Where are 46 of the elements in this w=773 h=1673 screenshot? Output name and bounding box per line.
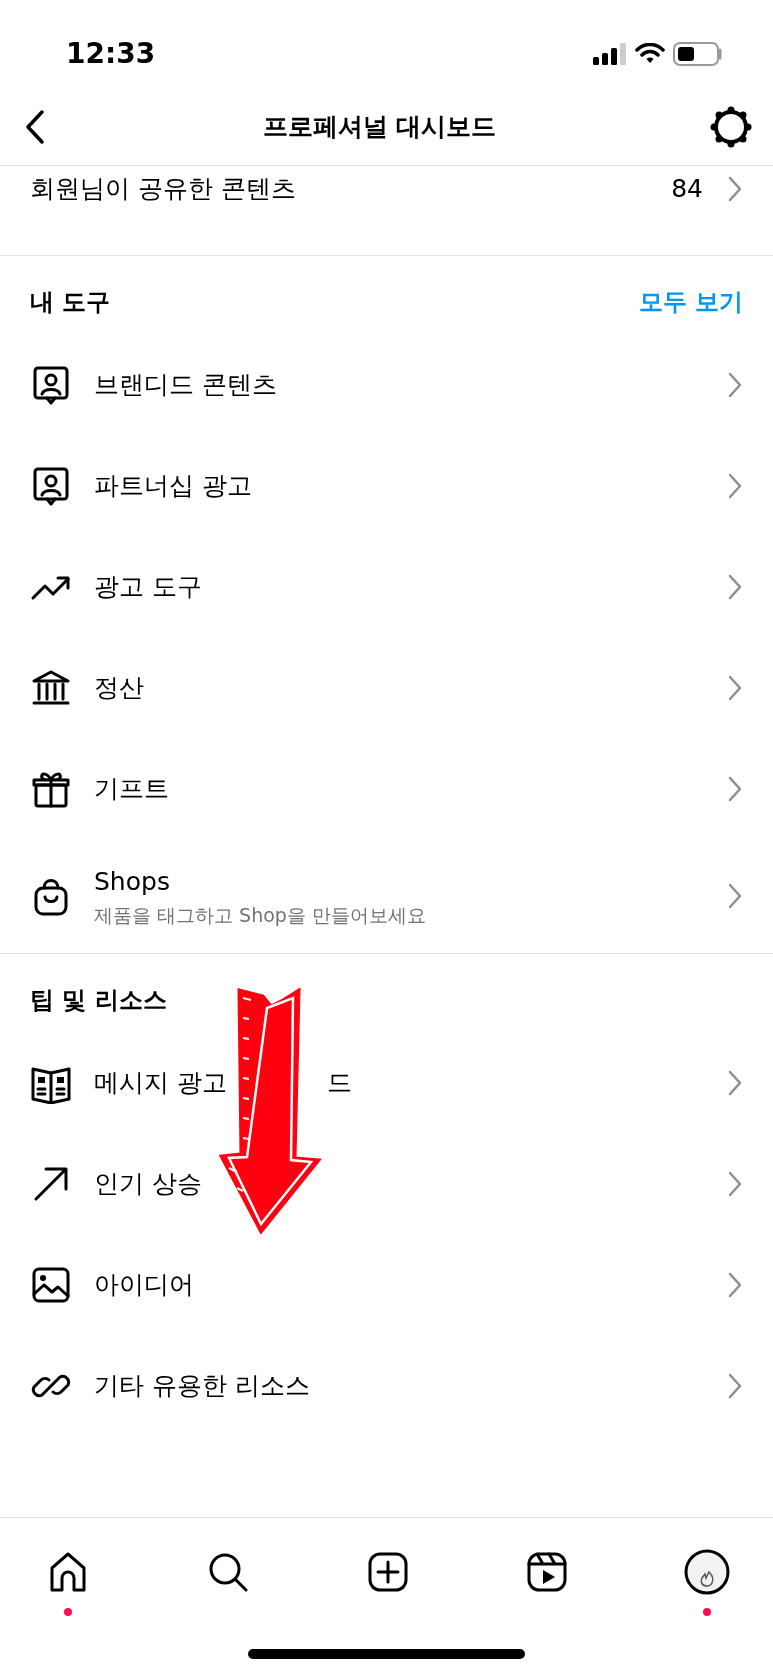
item-label: 파트너십 광고 [94,469,253,502]
signal-icon [593,43,627,65]
chevron-icon [727,1371,743,1400]
list-item[interactable]: 파트너십 광고 [30,435,743,536]
chevron-icon [727,774,743,803]
item-label: 광고 도구 [94,570,203,603]
chevron-icon [727,882,743,910]
section-title: 팁 및 리소스 [30,985,167,1016]
list-item[interactable]: 광고 도구 [30,536,743,637]
item-subtitle: 제품을 태그하고 Shop을 만들어보세요 [94,902,427,928]
settings-icon [709,104,753,149]
chevron-icon [727,1270,743,1299]
chevron-icon [727,174,743,203]
chevron-icon [727,1068,743,1097]
list-item[interactable]: 기타 유용한 리소스 [30,1335,743,1436]
chevron-icon [727,471,743,500]
item-label: 기타 유용한 리소스 [94,1369,311,1402]
count-text: 84 [671,173,703,205]
list-item[interactable]: 아이디어 [30,1234,743,1335]
chevron-icon [727,1169,743,1198]
settings-button[interactable] [709,104,753,149]
chevron-icon [727,572,743,601]
item-label: 정산 [94,671,145,704]
item-label: 아이디어 [94,1268,195,1301]
chevron-icon [727,370,743,399]
battery-icon [673,42,723,66]
wifi-icon [635,43,665,65]
item-label: 브랜디드 콘텐츠 [94,368,278,401]
list-item[interactable]: Shops 제품을 태그하고 Shop을 만들어보세요 [30,839,743,953]
avatar-icon [683,1548,731,1596]
item-label: 메시지 광고 [94,1066,227,1099]
list-item[interactable]: 인기 상승 [30,1133,743,1234]
item-label: 드 [326,1066,352,1099]
clock-text: 12:33 [66,36,156,72]
list-item[interactable]: 정산 [30,637,743,738]
chevron-icon [727,673,743,702]
row-label: 회원님이 공유한 콘텐츠 [30,173,296,205]
section-title: 내 도구 [30,287,111,318]
item-label: 인기 상승 [94,1167,203,1200]
shared-content-row[interactable]: 회원님이 공유한 콘텐츠 84 [0,166,773,256]
item-label: 기프트 [94,772,170,805]
list-item[interactable]: 기프트 [30,738,743,839]
page-title: 프로페셔널 대시보드 [262,110,497,143]
item-label: Shops [94,866,171,898]
list-item[interactable]: 메시지 광고 드 [30,1032,743,1133]
list-item[interactable]: 브랜디드 콘텐츠 [30,334,743,435]
